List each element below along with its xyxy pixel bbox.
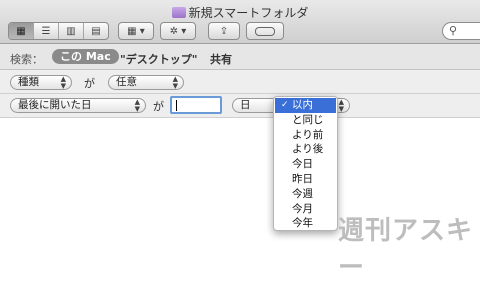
menu-item-yesterday[interactable]: 昨日 [274, 172, 337, 187]
popup-arrows-icon: ▲ ▼ [134, 98, 140, 113]
menu-item-within[interactable]: ✓ 以内 [275, 98, 336, 113]
scope-this-mac-button[interactable]: この Mac [52, 49, 119, 64]
popup-arrows-icon: ▲ ▼ [338, 98, 344, 113]
attribute-popup-last-opened-label: 最後に開いた日 [18, 99, 92, 111]
scope-desktop-button[interactable]: "デスクトップ" [120, 51, 197, 67]
menu-item-label: 今年 [292, 217, 313, 230]
share-button[interactable]: ⇪ [208, 22, 240, 40]
value-popup-any-label: 任意 [116, 76, 137, 88]
menu-item-this-month[interactable]: 今月 [274, 202, 337, 217]
days-value-input[interactable] [170, 96, 222, 114]
menu-item-this-week[interactable]: 今週 [274, 187, 337, 202]
smart-folder-icon [171, 7, 186, 18]
column-view-button[interactable]: ▥ [59, 23, 84, 39]
tag-icon [255, 26, 275, 36]
attribute-popup-last-opened[interactable]: 最後に開いた日 ▲ ▼ [10, 98, 146, 113]
scope-shared-button[interactable]: 共有 [210, 51, 232, 67]
criteria-row-kind: 種類 ▲ ▼ が 任意 ▲ ▼ [0, 70, 480, 94]
menu-item-label: より前 [292, 128, 324, 141]
attribute-popup-kind[interactable]: 種類 ▲ ▼ [10, 75, 72, 90]
scope-label: 検索： [10, 53, 43, 66]
comparison-dropdown-menu: ✓ 以内 と同じ より前 より後 今日 昨日 今週 今月 今年 [273, 96, 338, 231]
popup-arrows-icon: ▲ ▼ [172, 75, 178, 90]
share-icon: ⇪ [219, 25, 229, 37]
menu-item-label: より後 [292, 143, 324, 156]
value-popup-any[interactable]: 任意 ▲ ▼ [108, 75, 184, 90]
icon-view-button[interactable]: ▦ [9, 23, 34, 39]
menu-item-label: 昨日 [292, 172, 313, 185]
publisher-watermark: 週刊アスキー [338, 216, 474, 283]
gear-icon: ✲ ▾ [169, 25, 187, 37]
connector-text: が [84, 77, 95, 90]
popup-arrows-icon: ▲ ▼ [60, 75, 66, 90]
window-title: 新規スマートフォルダ [0, 4, 480, 21]
criteria-row-last-opened: 最後に開いた日 ▲ ▼ が 日 ▲ ▼ [0, 94, 480, 118]
action-button[interactable]: ✲ ▾ [160, 22, 196, 40]
window-title-text: 新規スマートフォルダ [188, 6, 309, 20]
menu-item-today[interactable]: 今日 [274, 157, 337, 172]
arrange-icon: ▦ ▾ [127, 25, 145, 37]
menu-item-this-year[interactable]: 今年 [274, 216, 337, 231]
search-field[interactable]: ⚲ [442, 22, 480, 40]
menu-item-label: 今月 [292, 202, 313, 215]
menu-item-equal[interactable]: と同じ [274, 113, 337, 128]
search-scope-bar: 検索： この Mac "デスクトップ" 共有 [0, 44, 480, 70]
coverflow-view-button[interactable]: ▤ [84, 23, 108, 39]
view-mode-segmented-control[interactable]: ▦ ☰ ▥ ▤ [8, 22, 109, 40]
list-view-button[interactable]: ☰ [34, 23, 59, 39]
arrange-button[interactable]: ▦ ▾ [118, 22, 154, 40]
menu-item-label: と同じ [292, 113, 324, 126]
window-titlebar: 新規スマートフォルダ ▦ ☰ ▥ ▤ ▦ ▾ ✲ ▾ ⇪ ⚲ [0, 0, 480, 44]
checkmark-icon: ✓ [281, 100, 289, 110]
menu-item-after[interactable]: より後 [274, 142, 337, 157]
attribute-popup-kind-label: 種類 [18, 76, 39, 88]
unit-popup-days-label: 日 [240, 99, 251, 111]
menu-item-label: 以内 [292, 99, 313, 111]
search-icon: ⚲ [449, 24, 458, 37]
text-caret [176, 100, 177, 111]
tag-button[interactable] [246, 22, 284, 40]
connector-text: が [153, 100, 164, 113]
menu-item-before[interactable]: より前 [274, 128, 337, 143]
menu-item-label: 今日 [292, 158, 313, 171]
menu-item-label: 今週 [292, 187, 313, 200]
